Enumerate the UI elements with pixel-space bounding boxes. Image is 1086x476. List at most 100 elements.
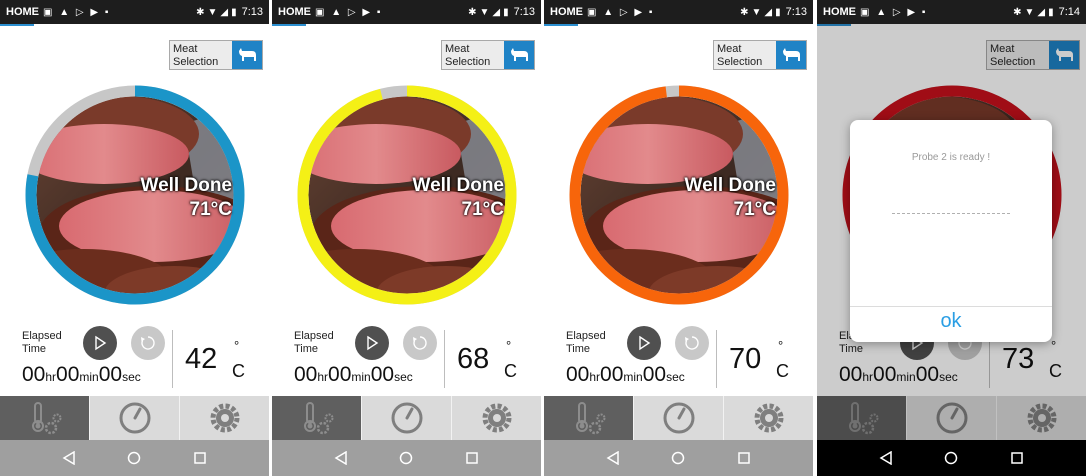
- notification-icons: ▣ ▲ ▷ ▶ ▪: [315, 6, 383, 18]
- elapsed-time-label: Elapsed Time: [566, 330, 606, 355]
- timer-seconds: 00: [642, 363, 667, 386]
- degree-symbol: °: [778, 338, 784, 353]
- meat-selection-button[interactable]: Meat Selection: [713, 40, 807, 70]
- cow-icon: [776, 41, 806, 69]
- play-button[interactable]: [355, 326, 389, 360]
- notification-icons: ▣ ▲ ▷ ▶ ▪: [860, 6, 928, 18]
- timer-hours: 00: [566, 363, 590, 386]
- timer-icon: [119, 402, 150, 434]
- wifi-icon: ▼: [207, 6, 218, 18]
- play-button[interactable]: [83, 326, 117, 360]
- reset-icon: [141, 336, 155, 350]
- home-circle-icon[interactable]: [127, 451, 141, 465]
- tab-settings[interactable]: [724, 396, 813, 440]
- cow-icon: [232, 41, 262, 69]
- thermometer-gear-icon: [31, 402, 61, 435]
- doneness-overlay: Well Done 71°C: [141, 174, 233, 222]
- timer-hours: 00: [22, 363, 46, 386]
- thermometer-gear-icon: [575, 402, 605, 435]
- meat-selection-button[interactable]: Meat Selection: [169, 40, 263, 70]
- probe-ready-dialog: Probe 2 is ready ! ok: [850, 120, 1052, 342]
- timer-seconds-unit: sec: [122, 370, 141, 384]
- degree-symbol: °: [506, 338, 512, 353]
- play-icon: [639, 335, 651, 351]
- home-circle-icon[interactable]: [399, 451, 413, 465]
- tab-timer[interactable]: [90, 396, 180, 440]
- recents-square-icon[interactable]: [737, 451, 751, 465]
- doneness-label: Well Done: [140, 175, 233, 196]
- loading-indicator: [272, 24, 306, 26]
- home-circle-icon[interactable]: [944, 451, 958, 465]
- timer-seconds: 00: [370, 363, 395, 386]
- tab-temperature[interactable]: [0, 396, 90, 440]
- status-home-label: HOME: [550, 6, 583, 18]
- home-circle-icon[interactable]: [671, 451, 685, 465]
- elapsed-time-label: Elapsed Time: [22, 330, 62, 355]
- status-bar: HOME ▣ ▲ ▷ ▶ ▪ ✱ ▼ ◢ ▮ 7:13: [0, 0, 269, 24]
- timer-seconds-unit: sec: [394, 370, 413, 384]
- tab-timer[interactable]: [634, 396, 724, 440]
- meat-selection-button[interactable]: Meat Selection: [441, 40, 535, 70]
- settings-gear-icon: [210, 403, 239, 433]
- settings-gear-icon: [754, 403, 783, 433]
- status-bar: HOME ▣ ▲ ▷ ▶ ▪ ✱ ▼ ◢ ▮ 7:13: [544, 0, 813, 24]
- target-temperature: 71°C: [461, 199, 504, 220]
- temperature-unit: C: [776, 361, 789, 381]
- meat-selection-label: Meat Selection: [445, 43, 491, 68]
- timer-hours-unit: hr: [317, 370, 329, 384]
- reset-button[interactable]: [675, 326, 709, 360]
- tab-settings[interactable]: [452, 396, 541, 440]
- system-nav-bar: [544, 440, 813, 476]
- loading-indicator: [544, 24, 578, 26]
- timer-minutes-unit: min: [623, 370, 643, 384]
- reset-button[interactable]: [131, 326, 165, 360]
- timer-seconds-unit: sec: [666, 370, 685, 384]
- timer-hours-unit: hr: [589, 370, 601, 384]
- back-triangle-icon[interactable]: [606, 451, 620, 465]
- system-nav-bar: [0, 440, 269, 476]
- divider: [716, 330, 717, 388]
- tab-settings[interactable]: [180, 396, 269, 440]
- recents-square-icon[interactable]: [1010, 451, 1024, 465]
- timer-icon: [391, 402, 422, 434]
- target-temperature: 71°C: [733, 199, 776, 220]
- battery-icon: ▮: [231, 6, 237, 18]
- bluetooth-icon: ✱: [1013, 6, 1022, 18]
- doneness-overlay: Well Done 71°C: [413, 174, 505, 222]
- bluetooth-icon: ✱: [196, 6, 205, 18]
- signal-icon: ◢: [220, 6, 229, 18]
- timer-hours: 00: [294, 363, 318, 386]
- back-triangle-icon[interactable]: [879, 451, 893, 465]
- timer-minutes: 00: [600, 363, 624, 386]
- status-time: 7:13: [513, 6, 535, 18]
- meat-selection-label: Meat Selection: [173, 43, 219, 68]
- divider: [172, 330, 173, 388]
- wifi-icon: ▼: [479, 6, 490, 18]
- recents-square-icon[interactable]: [193, 451, 207, 465]
- reset-button[interactable]: [403, 326, 437, 360]
- current-temperature: 42: [185, 343, 218, 375]
- tab-temperature[interactable]: [544, 396, 634, 440]
- bottom-tab-bar: [544, 396, 813, 440]
- battery-icon: ▮: [1048, 6, 1054, 18]
- back-triangle-icon[interactable]: [334, 451, 348, 465]
- timer-seconds: 00: [98, 363, 123, 386]
- play-icon: [95, 335, 107, 351]
- bottom-tab-bar: [272, 396, 541, 440]
- timer-minutes-unit: min: [79, 370, 99, 384]
- status-bar: HOME ▣ ▲ ▷ ▶ ▪ ✱ ▼ ◢ ▮ 7:13: [272, 0, 541, 24]
- back-triangle-icon[interactable]: [62, 451, 76, 465]
- play-button[interactable]: [627, 326, 661, 360]
- recents-square-icon[interactable]: [465, 451, 479, 465]
- battery-icon: ▮: [503, 6, 509, 18]
- dialog-message: Probe 2 is ready !: [911, 152, 991, 163]
- status-home-label: HOME: [823, 6, 856, 18]
- dialog-ok-button[interactable]: ok: [850, 310, 1052, 333]
- status-home-label: HOME: [6, 6, 39, 18]
- tab-temperature[interactable]: [272, 396, 362, 440]
- current-temperature: 68: [457, 343, 490, 375]
- tab-timer[interactable]: [362, 396, 452, 440]
- doneness-label: Well Done: [684, 175, 777, 196]
- notification-icons: ▣ ▲ ▷ ▶ ▪: [43, 6, 111, 18]
- timer-icon: [663, 402, 694, 434]
